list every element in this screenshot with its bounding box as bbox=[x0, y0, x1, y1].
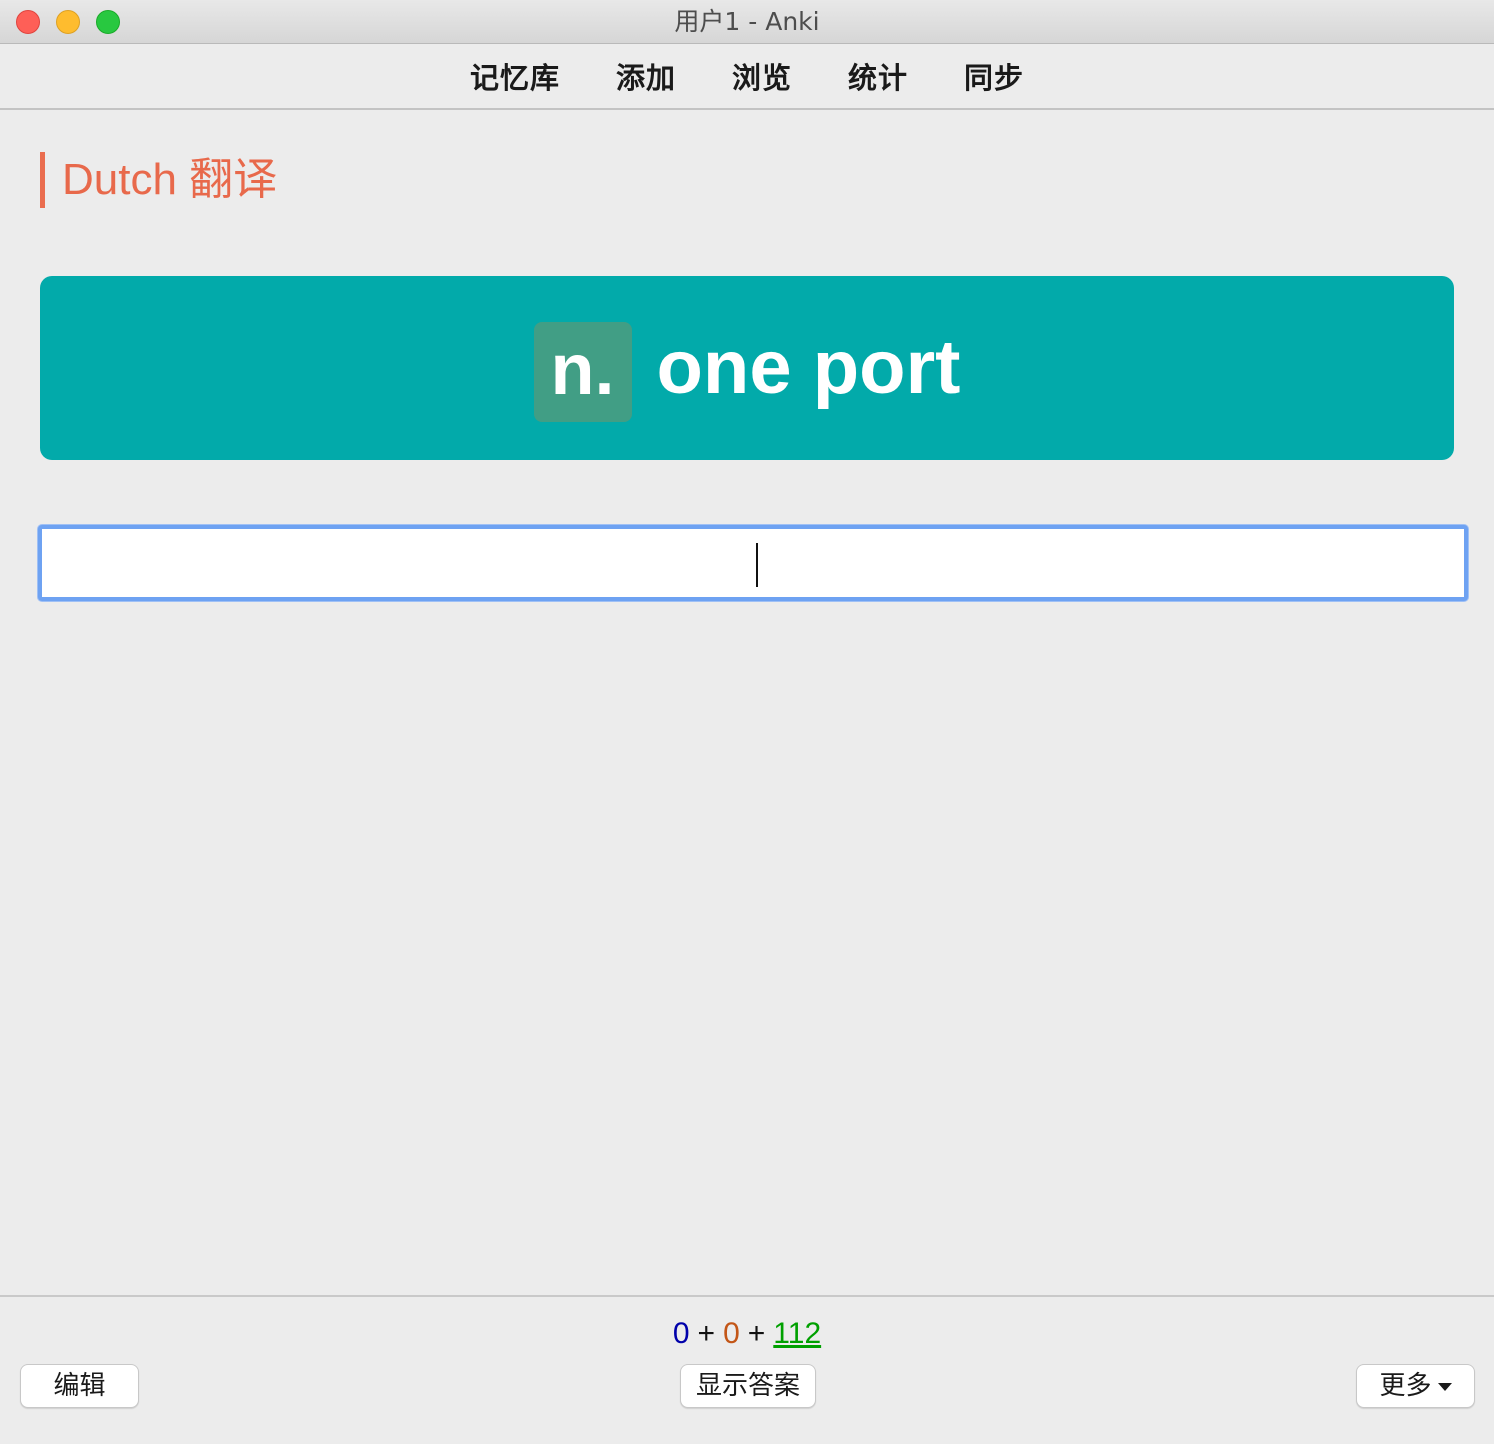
due-counts: 0 +0 +112 bbox=[0, 1317, 1494, 1351]
deck-heading: Dutch 翻译 bbox=[40, 152, 277, 208]
part-of-speech-badge: n. bbox=[533, 322, 632, 422]
review-count: 112 bbox=[773, 1317, 822, 1350]
bottom-bar: 0 +0 +112 编辑 显示答案 更多 bbox=[0, 1295, 1494, 1444]
learning-count: 0 bbox=[723, 1317, 740, 1350]
card-word: one port bbox=[656, 325, 961, 410]
anki-window: 用户1 - Anki 记忆库 添加 浏览 统计 同步 Dutch 翻译 n. o… bbox=[0, 0, 1494, 1444]
toolbar-browse[interactable]: 浏览 bbox=[732, 55, 792, 97]
card-front-banner: n. one port bbox=[40, 276, 1454, 460]
edit-button[interactable]: 编辑 bbox=[20, 1364, 139, 1408]
toolbar-decks[interactable]: 记忆库 bbox=[470, 55, 560, 97]
answer-input-box[interactable] bbox=[38, 525, 1468, 601]
toolbar-sync[interactable]: 同步 bbox=[964, 55, 1024, 97]
window-title: 用户1 - Anki bbox=[674, 7, 820, 36]
dropdown-arrow-icon bbox=[1437, 1382, 1452, 1391]
more-button-label: 更多 bbox=[1379, 1371, 1432, 1401]
more-button[interactable]: 更多 bbox=[1356, 1364, 1475, 1408]
text-caret bbox=[756, 543, 758, 587]
new-count: 0 bbox=[672, 1317, 690, 1350]
title-bar: 用户1 - Anki bbox=[0, 0, 1494, 44]
toolbar-stats[interactable]: 统计 bbox=[848, 55, 908, 97]
type-answer-input[interactable] bbox=[42, 529, 1464, 597]
toolbar-add[interactable]: 添加 bbox=[616, 55, 676, 97]
main-toolbar: 记忆库 添加 浏览 统计 同步 bbox=[0, 44, 1494, 110]
show-answer-button[interactable]: 显示答案 bbox=[680, 1364, 816, 1408]
plus-sign: + bbox=[747, 1317, 766, 1350]
plus-sign: + bbox=[697, 1317, 716, 1350]
